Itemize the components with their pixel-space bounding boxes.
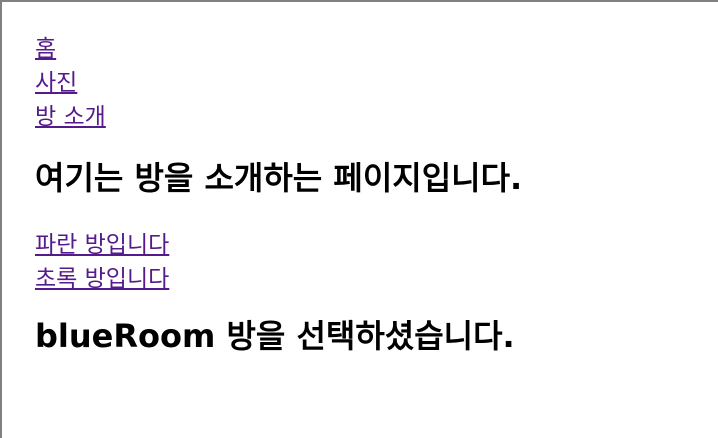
page-content: 홈 사진 방 소개 여기는 방을 소개하는 페이지입니다. 파란 방입니다 초록…: [35, 32, 522, 356]
room-link-blue[interactable]: 파란 방입니다: [35, 228, 522, 262]
nav-link-home[interactable]: 홈: [35, 32, 522, 66]
nav-link-room-intro[interactable]: 방 소개: [35, 100, 522, 134]
selected-room-message: blueRoom 방을 선택하셨습니다.: [35, 317, 515, 355]
room-link-green[interactable]: 초록 방입니다: [35, 262, 522, 296]
page-title: 여기는 방을 소개하는 페이지입니다.: [35, 159, 523, 197]
nav-link-photos[interactable]: 사진: [35, 66, 522, 100]
main-nav: 홈 사진 방 소개: [35, 32, 522, 134]
room-links: 파란 방입니다 초록 방입니다: [35, 228, 522, 296]
browser-viewport: 홈 사진 방 소개 여기는 방을 소개하는 페이지입니다. 파란 방입니다 초록…: [0, 0, 718, 438]
